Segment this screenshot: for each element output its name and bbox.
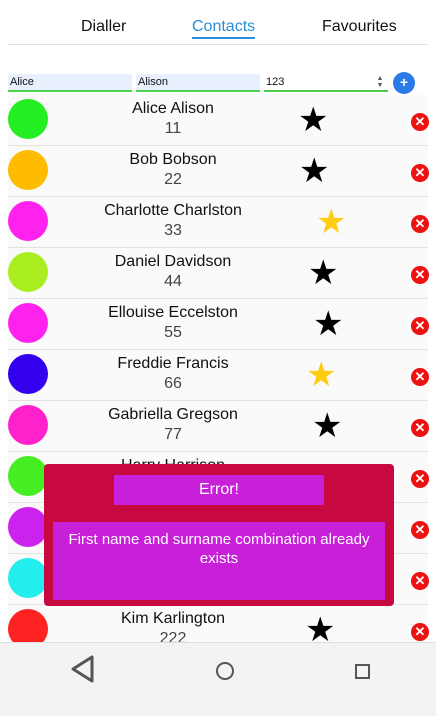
avatar (8, 201, 48, 241)
tab-contacts[interactable]: Contacts (192, 18, 256, 39)
contact-name: Charlotte Charlston (104, 202, 242, 219)
delete-contact-icon[interactable]: ✕ (411, 164, 429, 182)
error-dialog-title: Error! (114, 475, 324, 505)
avatar (8, 354, 48, 394)
contact-row[interactable]: Gabriella Gregson 77 ★ ✕ (8, 401, 429, 452)
contact-name: Gabriella Gregson (108, 406, 238, 423)
tab-bar: Dialler Contacts Favourites (8, 0, 428, 45)
favourite-star-icon[interactable]: ★ (306, 358, 336, 392)
contact-name: Daniel Davidson (114, 253, 232, 270)
add-contact-button[interactable]: + (393, 72, 415, 94)
star-icon[interactable]: ★ (308, 256, 338, 290)
contact-row[interactable]: Bob Bobson 22 ★ ✕ (8, 146, 429, 197)
contact-age: 11 (164, 120, 182, 137)
delete-contact-icon[interactable]: ✕ (411, 317, 429, 335)
contact-name: Alice Alison (132, 100, 214, 117)
age-stepper-icon[interactable]: ▲ ▼ (375, 75, 385, 89)
contact-row[interactable]: Freddie Francis 66 ★ ✕ (8, 350, 429, 401)
contact-age: 44 (164, 273, 182, 290)
contact-row[interactable]: Alice Alison 11 ★ ✕ (8, 95, 429, 146)
contact-name: Bob Bobson (129, 151, 217, 168)
contact-name: Freddie Francis (117, 355, 229, 372)
avatar (8, 456, 48, 496)
contact-age: 33 (164, 222, 182, 239)
avatar (8, 558, 48, 598)
avatar (8, 252, 48, 292)
error-dialog: Error! First name and surname combinatio… (44, 464, 394, 606)
favourite-star-icon[interactable]: ★ (316, 205, 346, 239)
delete-contact-icon[interactable]: ✕ (411, 368, 429, 386)
contact-age: 22 (164, 171, 182, 188)
delete-contact-icon[interactable]: ✕ (411, 572, 429, 590)
contact-row[interactable]: Charlotte Charlston 33 ★ ✕ (8, 197, 429, 248)
tab-favourites[interactable]: Favourites (322, 18, 397, 36)
contact-name: Kim Karlington (120, 610, 226, 627)
contact-name: Ellouise Eccelston (108, 304, 238, 321)
star-icon[interactable]: ★ (312, 409, 342, 443)
delete-contact-icon[interactable]: ✕ (411, 113, 429, 131)
first-name-input[interactable] (8, 74, 132, 92)
tab-dialler[interactable]: Dialler (81, 18, 126, 36)
delete-contact-icon[interactable]: ✕ (411, 266, 429, 284)
home-icon[interactable] (216, 662, 234, 680)
age-input[interactable] (264, 74, 388, 92)
surname-input[interactable] (136, 74, 260, 92)
add-contact-form: ▲▼ + (8, 72, 428, 96)
contact-row[interactable]: Ellouise Eccelston 55 ★ ✕ (8, 299, 429, 350)
contact-age: 77 (164, 426, 182, 443)
avatar (8, 150, 48, 190)
delete-contact-icon[interactable]: ✕ (411, 521, 429, 539)
star-icon[interactable]: ★ (298, 103, 328, 137)
delete-contact-icon[interactable]: ✕ (411, 215, 429, 233)
delete-contact-icon[interactable]: ✕ (411, 623, 429, 641)
error-dialog-message: First name and surname combination alrea… (53, 522, 385, 600)
recent-apps-icon[interactable] (355, 664, 370, 679)
avatar (8, 405, 48, 445)
delete-contact-icon[interactable]: ✕ (411, 419, 429, 437)
delete-contact-icon[interactable]: ✕ (411, 470, 429, 488)
contact-row[interactable]: Daniel Davidson 44 ★ ✕ (8, 248, 429, 299)
avatar (8, 303, 48, 343)
avatar (8, 99, 48, 139)
star-icon[interactable]: ★ (313, 307, 343, 341)
contact-age: 66 (164, 375, 182, 392)
star-icon[interactable]: ★ (299, 154, 329, 188)
back-icon[interactable] (70, 655, 96, 683)
android-nav-bar (0, 642, 436, 716)
contact-age: 55 (164, 324, 182, 341)
avatar (8, 507, 48, 547)
